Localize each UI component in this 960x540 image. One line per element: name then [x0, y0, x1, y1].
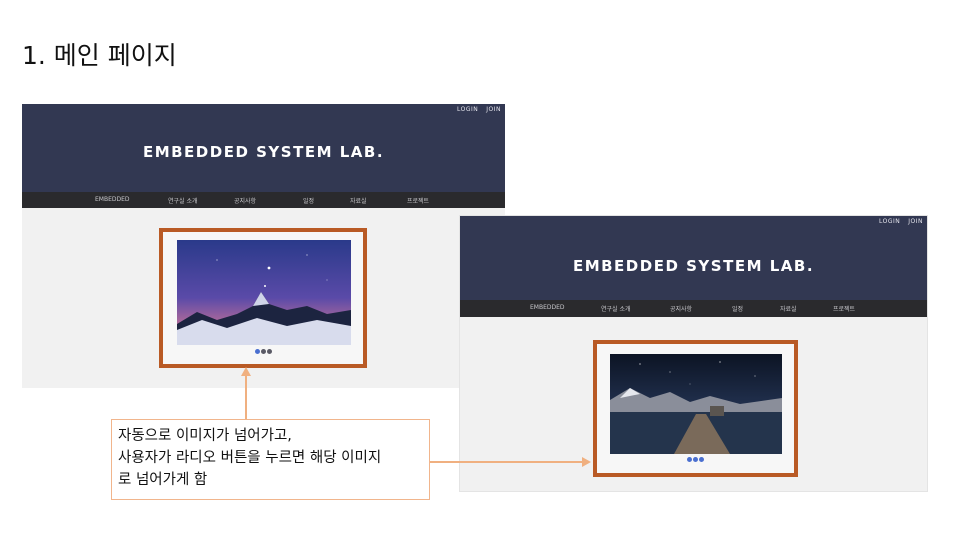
- callout-line-1: 자동으로 이미지가 넘어가고,: [118, 428, 292, 444]
- callout-box: 자동으로 이미지가 넘어가고, 사용자가 라디오 버튼을 누르면 해당 이미지 …: [111, 419, 430, 500]
- callout-line-3: 로 넘어가게 함: [118, 472, 208, 488]
- callout-line-2: 사용자가 라디오 버튼을 누르면 해당 이미지: [118, 450, 382, 466]
